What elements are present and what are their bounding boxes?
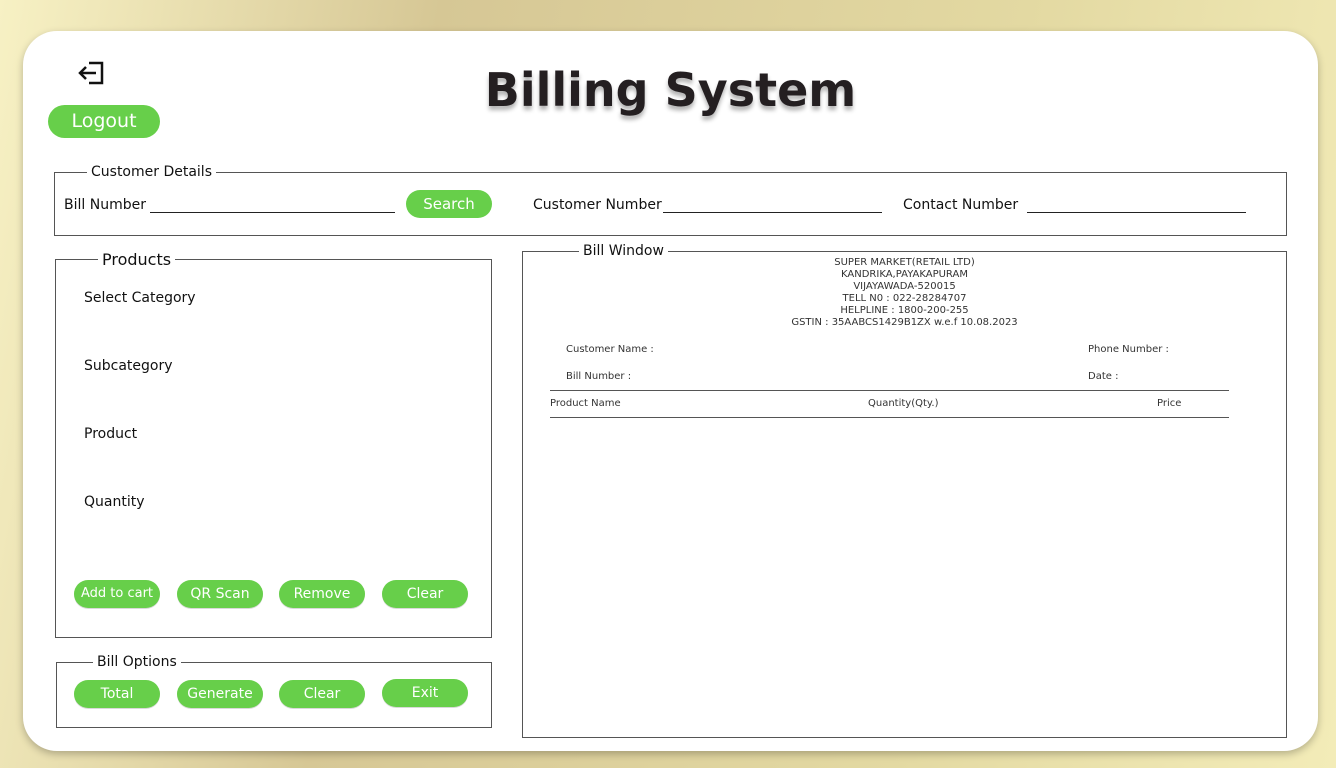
exit-button[interactable]: Exit [382,679,468,707]
bill-divider-bottom [550,417,1229,418]
page-title: Billing System [484,63,857,117]
products-legend: Products [102,250,172,269]
generate-button[interactable]: Generate [177,680,263,708]
bill-number-label: Bill Number [64,197,146,213]
bill-options-legend: Bill Options [97,654,177,670]
bill-options-clear-button[interactable]: Clear [279,680,365,708]
bill-divider-top [550,390,1229,391]
store-name: SUPER MARKET(RETAIL LTD) [834,257,975,268]
qr-scan-button[interactable]: QR Scan [177,580,263,608]
main-card: Logout Billing System Customer Details B… [23,31,1318,751]
bill-items-area[interactable] [528,423,1280,728]
column-quantity: Quantity(Qty.) [868,398,939,409]
contact-number-input[interactable] [1027,192,1246,213]
column-product-name: Product Name [550,398,621,409]
remove-button[interactable]: Remove [279,580,365,608]
customer-name-label: Customer Name : [566,344,654,355]
search-button[interactable]: Search [406,190,492,218]
date-label: Date : [1088,371,1119,382]
quantity-label: Quantity [84,494,145,510]
store-telephone: TELL N0 : 022-28284707 [842,293,967,304]
bill-number-input[interactable] [150,192,395,213]
add-to-cart-button[interactable]: Add to cart [74,580,160,608]
contact-number-label: Contact Number [903,197,1019,213]
customer-number-label: Customer Number [533,197,662,213]
store-gstin: GSTIN : 35AABCS1429B1ZX w.e.f 10.08.2023 [791,317,1018,328]
store-city-line: VIJAYAWADA-520015 [853,281,956,292]
store-address-line: KANDRIKA,PAYAKAPURAM [841,269,968,280]
customer-number-input[interactable] [663,192,882,213]
total-button[interactable]: Total [74,680,160,708]
product-label: Product [84,426,138,442]
store-header: SUPER MARKET(RETAIL LTD) KANDRIKA,PAYAKA… [522,257,1287,337]
store-helpline: HELPLINE : 1800-200-255 [840,305,969,316]
customer-details-legend: Customer Details [91,164,212,180]
select-category-label: Select Category [84,290,196,306]
products-clear-button[interactable]: Clear [382,580,468,608]
bill-number-bill-label: Bill Number : [566,371,632,382]
column-price: Price [1157,398,1182,409]
logout-icon[interactable] [77,59,107,87]
phone-number-label: Phone Number : [1088,344,1169,355]
logout-button[interactable]: Logout [48,105,160,138]
subcategory-label: Subcategory [84,358,173,374]
